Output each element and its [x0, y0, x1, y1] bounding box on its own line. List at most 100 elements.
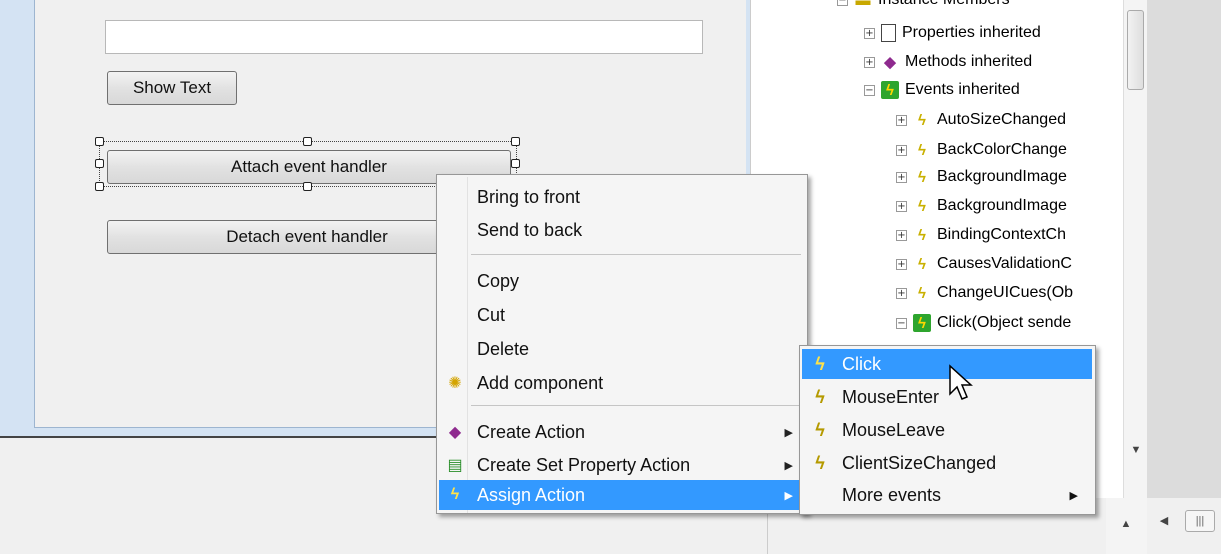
- lightning-icon: ϟ: [815, 353, 825, 374]
- lightning-icon: ϟ: [918, 111, 926, 129]
- menu-item-label: Delete: [477, 338, 530, 359]
- expand-icon[interactable]: +: [896, 200, 907, 212]
- properties-icon: [881, 24, 896, 42]
- expand-icon[interactable]: +: [896, 114, 907, 126]
- tree-vertical-scrollbar[interactable]: ▼: [1123, 0, 1147, 498]
- lightning-icon: ϟ: [918, 226, 926, 244]
- side-panel-background: [1147, 0, 1221, 498]
- lightning-icon: ϟ: [918, 141, 926, 159]
- expand-icon[interactable]: +: [896, 229, 907, 241]
- submenu-item-mouseleave[interactable]: ϟ MouseLeave: [802, 415, 1092, 445]
- horizontal-scrollbar[interactable]: ◀ |||: [1147, 498, 1221, 554]
- submenu-item-more-events[interactable]: More events ▶: [802, 480, 1092, 510]
- menu-separator: [471, 254, 801, 255]
- tree-node-label: AutoSizeChanged: [937, 111, 1066, 128]
- submenu-arrow-icon: ▶: [1069, 489, 1078, 502]
- tree-node-label: Properties inherited: [902, 24, 1041, 41]
- tree-node-label: Methods inherited: [905, 53, 1033, 70]
- scroll-up-icon[interactable]: ▲: [1114, 518, 1138, 530]
- menu-item-label: Assign Action: [477, 484, 586, 505]
- events-icon: ϟ: [881, 81, 899, 99]
- resize-handle-top[interactable]: [303, 137, 312, 146]
- menu-item-label: Bring to front: [477, 186, 581, 207]
- menu-item-add-component[interactable]: ✺ Add component: [439, 368, 805, 398]
- menu-item-assign-action[interactable]: ϟ Assign Action ▶: [439, 480, 805, 510]
- menu-item-send-to-back[interactable]: Send to back: [439, 215, 805, 245]
- menu-item-copy[interactable]: Copy: [439, 266, 805, 296]
- resize-handle-top-right[interactable]: [511, 137, 520, 146]
- lightning-icon: ϟ: [918, 197, 926, 215]
- method-icon: ◆: [884, 54, 896, 71]
- scroll-left-icon[interactable]: ◀: [1157, 514, 1171, 527]
- resize-handle-bottom[interactable]: [303, 182, 312, 191]
- show-text-button[interactable]: Show Text: [107, 71, 237, 105]
- menu-item-delete[interactable]: Delete: [439, 334, 805, 364]
- scrollbar-thumb[interactable]: |||: [1185, 510, 1215, 532]
- tree-node-label: ChangeUICues(Ob: [937, 284, 1074, 301]
- event-handler-icon: ϟ: [913, 314, 931, 332]
- tree-node-event[interactable]: + ϟ BackgroundImage: [896, 165, 1067, 189]
- tree-node-event[interactable]: + ϟ BackColorChange: [896, 138, 1067, 162]
- tree-node-event[interactable]: + ϟ AutoSizeChanged: [896, 108, 1066, 132]
- menu-item-label: Create Action: [477, 421, 586, 442]
- submenu-item-clientsizechanged[interactable]: ϟ ClientSizeChanged: [802, 448, 1092, 478]
- tree-node-event-click[interactable]: − ϟ Click(Object sende: [896, 311, 1071, 335]
- tree-node-properties-inherited[interactable]: + Properties inherited: [864, 21, 1041, 45]
- submenu-arrow-icon: ▶: [784, 459, 793, 472]
- expand-icon[interactable]: +: [896, 287, 907, 299]
- lightning-icon: ϟ: [918, 168, 926, 186]
- tree-node-event[interactable]: + ϟ CausesValidationC: [896, 252, 1072, 276]
- submenu-item-mouseenter[interactable]: ϟ MouseEnter: [802, 382, 1092, 412]
- scroll-corner: ▲: [1106, 498, 1147, 554]
- create-action-icon: ◆: [448, 424, 462, 441]
- submenu-arrow-icon: ▶: [784, 426, 793, 439]
- submenu-item-click[interactable]: ϟ Click: [802, 349, 1092, 379]
- resize-handle-bottom-left[interactable]: [95, 182, 104, 191]
- collapse-icon[interactable]: −: [864, 84, 875, 96]
- mouse-pointer-icon: [949, 364, 973, 400]
- resize-handle-top-left[interactable]: [95, 137, 104, 146]
- expand-icon[interactable]: +: [896, 171, 907, 183]
- tree-node-event[interactable]: + ϟ ChangeUICues(Ob: [896, 281, 1073, 305]
- tree-node-label: BackColorChange: [937, 141, 1067, 158]
- tree-node-label: BackgroundImage: [937, 197, 1067, 214]
- tree-node-instance-members[interactable]: − ▬ Instance Members: [837, 0, 1010, 12]
- lightning-icon: ϟ: [918, 255, 926, 273]
- tree-node-label: Instance Members: [878, 0, 1010, 9]
- scrollbar-thumb[interactable]: [1127, 10, 1144, 90]
- resize-handle-left[interactable]: [95, 159, 104, 168]
- expand-icon[interactable]: +: [896, 144, 907, 156]
- collapse-icon[interactable]: −: [896, 317, 907, 329]
- menu-item-cut[interactable]: Cut: [439, 300, 805, 330]
- lightning-icon: ϟ: [450, 486, 460, 503]
- menu-item-label: Add component: [477, 372, 604, 393]
- scroll-down-icon[interactable]: ▼: [1124, 444, 1148, 456]
- menu-item-label: Copy: [477, 270, 520, 291]
- text-input[interactable]: [105, 20, 703, 54]
- menu-item-create-action[interactable]: ◆ Create Action ▶: [439, 417, 805, 447]
- menu-item-label: ClientSizeChanged: [842, 452, 997, 473]
- menu-item-label: Cut: [477, 304, 506, 325]
- tree-node-label: CausesValidationC: [937, 255, 1072, 272]
- tree-node-methods-inherited[interactable]: + ◆ Methods inherited: [864, 50, 1032, 74]
- expand-icon[interactable]: +: [864, 27, 875, 39]
- menu-item-label: Click: [842, 353, 881, 374]
- tree-node-event[interactable]: + ϟ BackgroundImage: [896, 194, 1067, 218]
- collapse-icon[interactable]: −: [837, 0, 848, 6]
- tree-node-events-inherited[interactable]: − ϟ Events inherited: [864, 78, 1020, 102]
- tree-node-label: BindingContextCh: [937, 226, 1066, 243]
- tree-node-label: Click(Object sende: [937, 314, 1072, 331]
- set-property-icon: ▤: [447, 457, 463, 474]
- folder-icon: ▬: [855, 0, 871, 9]
- expand-icon[interactable]: +: [864, 56, 875, 68]
- tree-node-event[interactable]: + ϟ BindingContextCh: [896, 223, 1066, 247]
- lightning-icon: ϟ: [815, 419, 825, 440]
- tree-node-label: BackgroundImage: [937, 168, 1067, 185]
- submenu-arrow-icon: ▶: [784, 489, 793, 502]
- resize-handle-right[interactable]: [511, 159, 520, 168]
- menu-item-create-set-property-action[interactable]: ▤ Create Set Property Action ▶: [439, 450, 805, 480]
- menu-item-bring-to-front[interactable]: Bring to front: [439, 182, 805, 212]
- tree-node-label: Events inherited: [905, 81, 1020, 98]
- expand-icon[interactable]: +: [896, 258, 907, 270]
- menu-item-label: Create Set Property Action: [477, 454, 691, 475]
